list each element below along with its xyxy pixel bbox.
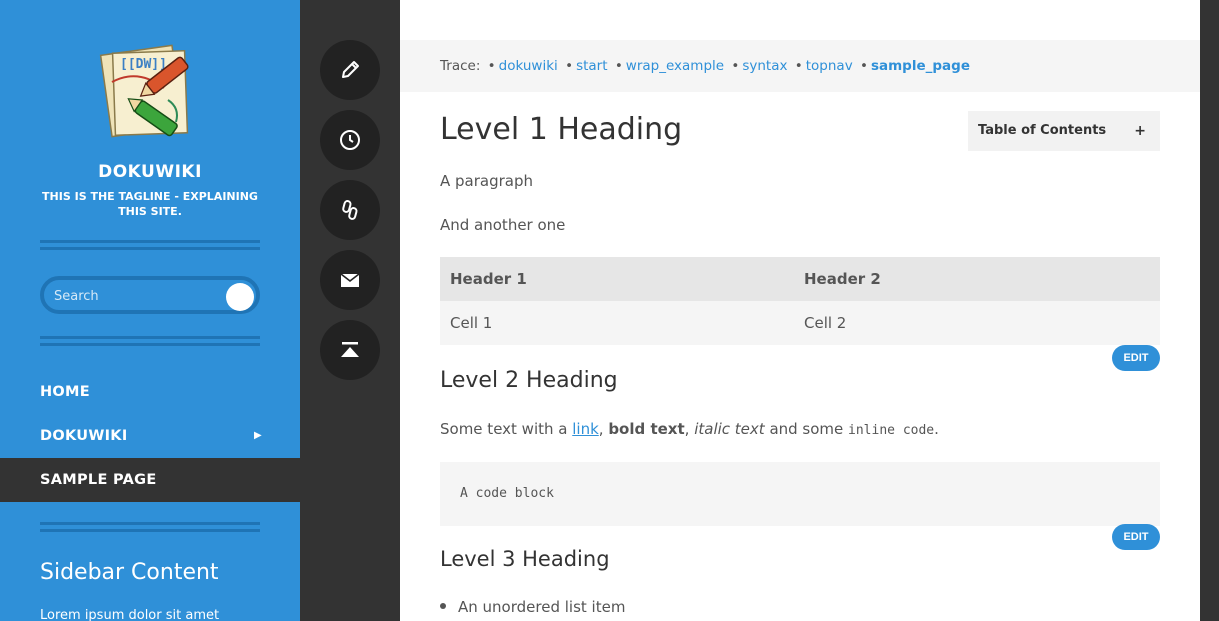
table-header-cell: Header 2 — [804, 270, 881, 288]
text-run: , — [684, 420, 695, 438]
text-run: . — [934, 420, 939, 438]
code-block: A code block — [440, 462, 1160, 526]
site-tagline: THIS IS THE TAGLINE - EXPLAINING THIS SI… — [42, 190, 258, 218]
section-heading-level2: Level 2 Heading — [440, 368, 618, 393]
plus-icon: + — [1134, 123, 1146, 139]
breadcrumb-label: Trace: — [440, 58, 481, 74]
table-row: Cell 1 Cell 2 — [440, 301, 1160, 345]
search-input[interactable] — [54, 286, 214, 306]
paragraph: And another one — [440, 216, 566, 234]
paragraph: A paragraph — [440, 172, 534, 190]
bold-text: bold text — [608, 420, 685, 438]
edit-icon — [342, 61, 359, 78]
breadcrumb-link[interactable]: topnav — [806, 58, 853, 74]
site-title[interactable]: DOKUWIKI — [0, 162, 300, 182]
table-cell: Cell 2 — [804, 314, 847, 332]
text-run: and some — [764, 420, 849, 438]
breadcrumb-link[interactable]: dokuwiki — [499, 58, 558, 74]
text-run: Some text with a — [440, 420, 573, 438]
breadcrumb-link[interactable]: wrap_example — [626, 58, 724, 74]
edit-section-button[interactable]: EDIT — [1112, 345, 1160, 371]
breadcrumb: Trace: • dokuwiki • start • wrap_example • s… — [400, 40, 1200, 92]
inline-code: inline code — [848, 423, 935, 438]
sidebar-divider — [40, 240, 260, 250]
link-icon — [342, 200, 358, 220]
breadcrumb-current[interactable]: sample_page — [871, 58, 970, 74]
breadcrumb-link[interactable]: syntax — [742, 58, 787, 74]
nav-item-label: HOME — [40, 384, 90, 400]
sidebar-content-heading: Sidebar Content — [40, 560, 219, 585]
back-to-top-button[interactable] — [320, 320, 380, 380]
edit-section-button[interactable]: EDIT — [1112, 524, 1160, 550]
toc-label: Table of Contents — [978, 123, 1107, 138]
nav-item-sample-page[interactable]: SAMPLE PAGE — [0, 458, 300, 502]
sidebar-content-text: Lorem ipsum dolor sit amet — [40, 608, 220, 621]
nav-item-label: SAMPLE PAGE — [40, 472, 157, 488]
content-table: Header 1 Header 2 Cell 1 Cell 2 — [440, 257, 1160, 345]
page-title: Level 1 Heading — [440, 112, 683, 147]
sidebar: [[DW]] DOKUWIKI THIS IS THE TAGLINE - EX… — [0, 0, 300, 621]
table-cell: Cell 1 — [450, 314, 493, 332]
main-content: Trace: • dokuwiki • start • wrap_example • s… — [400, 0, 1200, 621]
search-button[interactable] — [226, 283, 254, 311]
section-heading-level3: Level 3 Heading — [440, 547, 610, 571]
table-header-row: Header 1 Header 2 — [440, 257, 1160, 301]
list-item-text: An unordered list item — [458, 598, 626, 616]
subscribe-button[interactable] — [320, 250, 380, 310]
bullet-icon — [440, 602, 446, 609]
edit-page-button[interactable] — [320, 40, 380, 100]
nav-item-dokuwiki[interactable]: DOKUWIKI ▶ — [0, 414, 300, 458]
italic-text: italic text — [694, 420, 765, 438]
dokuwiki-logo[interactable]: [[DW]] — [98, 38, 204, 144]
table-header-cell: Header 1 — [450, 270, 527, 288]
search-form — [40, 276, 260, 314]
mail-icon — [340, 273, 360, 287]
rich-text-paragraph: Some text with a link, bold text, italic… — [440, 420, 939, 438]
history-icon — [340, 130, 360, 150]
list-item: An unordered list item — [440, 598, 625, 616]
nav-item-label: DOKUWIKI — [40, 428, 128, 444]
nav-item-home[interactable]: HOME — [0, 370, 300, 414]
breadcrumb-link[interactable]: start — [576, 58, 607, 74]
chevron-right-icon: ▶ — [254, 430, 262, 441]
svg-text:[[DW]]: [[DW]] — [120, 57, 167, 72]
history-button[interactable] — [320, 110, 380, 170]
backlinks-button[interactable] — [320, 180, 380, 240]
text-run: , — [598, 420, 609, 438]
sidebar-divider — [40, 522, 260, 532]
sidebar-divider — [40, 336, 260, 346]
back-to-top-icon — [341, 342, 359, 357]
inline-link[interactable]: link — [572, 420, 599, 438]
table-of-contents-toggle[interactable]: Table of Contents + — [968, 111, 1160, 151]
